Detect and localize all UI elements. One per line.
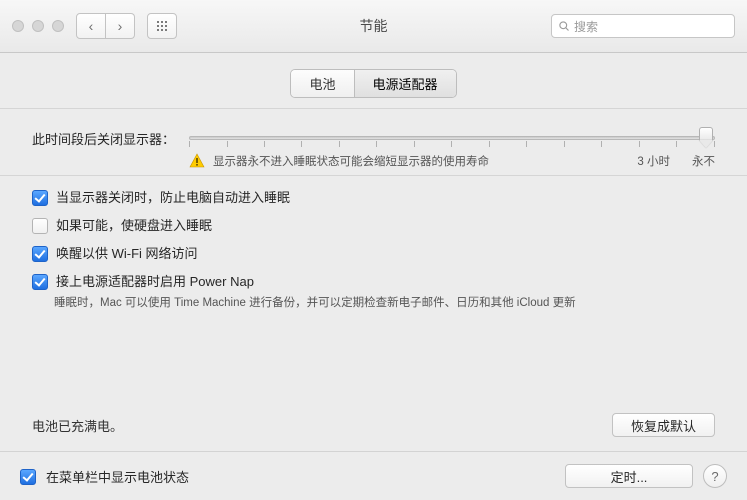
chevron-right-icon: › [118, 19, 123, 33]
slider-thumb[interactable] [697, 127, 715, 149]
pane-body: 电池 电源适配器 此时间段后关闭显示器： [0, 53, 747, 500]
label-prevent-sleep: 当显示器关闭时，防止电脑自动进入睡眠 [56, 189, 290, 207]
display-sleep-slider[interactable] [189, 127, 715, 149]
schedule-button[interactable]: 定时... [565, 464, 693, 488]
window-controls [12, 20, 64, 32]
checkbox-wake-wifi[interactable] [32, 246, 48, 262]
search-input[interactable]: 搜索 [551, 14, 735, 38]
help-button[interactable]: ? [703, 464, 727, 488]
toolbar: ‹ › 节能 搜索 [0, 0, 747, 53]
search-placeholder: 搜索 [574, 18, 598, 35]
options-group: 当显示器关闭时，防止电脑自动进入睡眠 如果可能，使硬盘进入睡眠 唤醒以供 Wi-… [32, 176, 715, 310]
settings-panel: 此时间段后关闭显示器： 显示器永不进入睡眠状态可能会缩短显示器的使用寿命 [0, 108, 747, 451]
tab-power-adapter[interactable]: 电源适配器 [354, 70, 456, 97]
chevron-left-icon: ‹ [89, 19, 94, 33]
tab-bar: 电池 电源适配器 [0, 53, 747, 108]
warning-icon [189, 153, 205, 169]
slider-warning-text: 显示器永不进入睡眠状态可能会缩短显示器的使用寿命 [213, 153, 489, 169]
footer: 在菜单栏中显示电池状态 定时... ? [0, 451, 747, 500]
tab-battery[interactable]: 电池 [291, 70, 353, 97]
display-sleep-label: 此时间段后关闭显示器： [32, 127, 189, 148]
label-power-nap: 接上电源适配器时启用 Power Nap [56, 273, 254, 291]
grid-icon [156, 20, 168, 32]
checkbox-prevent-sleep[interactable] [32, 190, 48, 206]
forward-button[interactable]: › [106, 13, 135, 39]
restore-defaults-button[interactable]: 恢复成默认 [612, 413, 715, 437]
power-nap-description: 睡眠时，Mac 可以使用 Time Machine 进行备份，并可以定期检查新电… [32, 294, 715, 310]
slider-tick-3h: 3 小时 [637, 153, 670, 169]
close-window-button[interactable] [12, 20, 24, 32]
minimize-window-button[interactable] [32, 20, 44, 32]
show-all-button[interactable] [147, 13, 177, 39]
battery-status-text: 电池已充满电。 [32, 416, 123, 435]
zoom-window-button[interactable] [52, 20, 64, 32]
checkbox-show-in-menubar[interactable] [20, 469, 36, 485]
search-icon [558, 20, 570, 32]
label-wake-wifi: 唤醒以供 Wi-Fi 网络访问 [56, 245, 198, 263]
checkbox-power-nap[interactable] [32, 274, 48, 290]
slider-tick-never: 永不 [692, 153, 715, 169]
label-show-in-menubar: 在菜单栏中显示电池状态 [46, 467, 189, 486]
display-sleep-row: 此时间段后关闭显示器： 显示器永不进入睡眠状态可能会缩短显示器的使用寿命 [32, 109, 715, 175]
energy-saver-window: ‹ › 节能 搜索 电池 电源适配器 此时间段后关闭显示器： [0, 0, 747, 500]
nav-buttons: ‹ › [76, 13, 135, 39]
checkbox-disk-sleep[interactable] [32, 218, 48, 234]
back-button[interactable]: ‹ [76, 13, 106, 39]
help-icon: ? [711, 469, 718, 484]
label-disk-sleep: 如果可能，使硬盘进入睡眠 [56, 217, 212, 235]
